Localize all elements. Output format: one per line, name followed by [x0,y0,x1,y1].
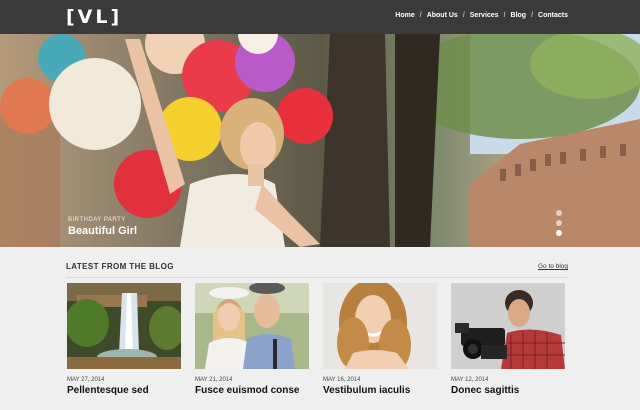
post-thumbnail-smiling-woman[interactable] [323,283,437,369]
go-to-blog-link[interactable]: Go to blog [538,263,568,270]
hero-kicker: BIRTHDAY PARTY [68,217,126,223]
slider-dot-1[interactable] [556,210,562,216]
divider [66,277,568,278]
post-title[interactable]: Fusce euismod conse [195,384,309,397]
blog-post-card[interactable]: MAY 12, 2014 Donec sagittis [451,283,565,397]
hero-slider[interactable]: BIRTHDAY PARTY Beautiful Girl [0,34,640,247]
blog-header: LATEST FROM THE BLOG Go to blog [66,262,568,274]
blog-post-card[interactable]: MAY 21, 2014 Fusce euismod conse [195,283,309,397]
slider-pagination [556,210,562,240]
slider-dot-2[interactable] [556,220,562,226]
blog-heading: LATEST FROM THE BLOG [66,262,174,271]
post-date: MAY 21, 2014 [195,377,233,383]
nav-blog[interactable]: Blog [511,11,527,21]
nav-separator: / [419,12,422,19]
post-title[interactable]: Vestibulum iaculis [323,384,437,397]
nav-separator: / [503,12,506,19]
nav-contacts[interactable]: Contacts [538,11,568,21]
blog-post-card[interactable]: MAY 27, 2014 Pellentesque sed [67,283,181,397]
post-title[interactable]: Donec sagittis [451,384,565,397]
post-date: MAY 16, 2014 [323,377,361,383]
nav-separator: / [531,12,534,19]
post-date: MAY 27, 2014 [67,377,105,383]
hero-caption: BIRTHDAY PARTY Beautiful Girl [68,216,137,238]
post-thumbnail-waterfall[interactable] [67,283,181,369]
slider-dot-3[interactable] [556,230,562,236]
nav-home[interactable]: Home [395,11,414,21]
post-thumbnail-couple[interactable] [195,283,309,369]
blog-post-card[interactable]: MAY 16, 2014 Vestibulum iaculis [323,283,437,397]
top-bar: [VL] Home / About Us / Services / Blog /… [0,0,640,34]
site-logo[interactable]: [VL] [66,6,122,28]
nav-about-us[interactable]: About Us [427,11,458,21]
post-thumbnail-cameraman[interactable] [451,283,565,369]
post-date: MAY 12, 2014 [451,377,489,383]
main-nav: Home / About Us / Services / Blog / Cont… [395,11,568,21]
hero-title[interactable]: Beautiful Girl [68,224,137,238]
nav-services[interactable]: Services [470,11,499,21]
nav-separator: / [462,12,465,19]
post-title[interactable]: Pellentesque sed [67,384,181,397]
